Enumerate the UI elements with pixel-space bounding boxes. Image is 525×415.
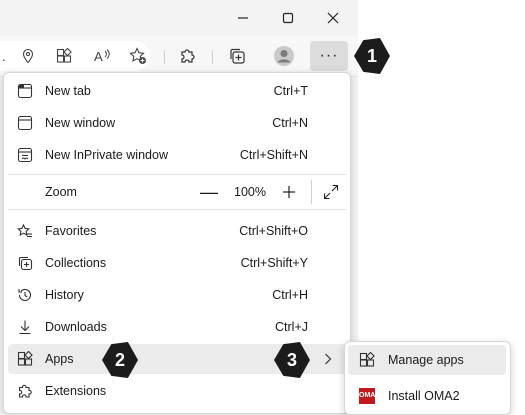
add-favorite-icon[interactable] [126,44,150,68]
oma-logo: OMA2 [359,388,379,404]
menu-item-label: Favorites [45,224,97,238]
oma-app-icon: OMA2 [358,387,379,405]
new-window-icon [16,114,34,132]
zoom-out-button[interactable]: — [198,181,220,203]
zoom-level: 100% [234,185,266,199]
menu-item-label: Extensions [45,384,107,398]
menu-item-label: Collections [45,256,107,270]
zoom-divider [311,180,312,204]
shortcut-text: Ctrl+T [273,84,308,98]
menu-item-new-inprivate-window[interactable]: New InPrivate window Ctrl+Shift+N [8,140,346,170]
browser-toolbar: . A [0,36,358,77]
toolbar-divider [164,50,165,64]
submenu-item-label: Install OMA2 [388,389,460,403]
menu-item-favorites[interactable]: Favorites Ctrl+Shift+O [8,216,346,246]
menu-item-downloads[interactable]: Downloads Ctrl+J [8,312,346,342]
chevron-right-icon [322,351,334,367]
menu-divider [8,209,346,210]
location-icon[interactable] [16,44,40,68]
new-tab-icon [16,82,34,100]
menu-item-new-window[interactable]: New window Ctrl+N [8,108,346,138]
shortcut-text: Ctrl+Shift+O [239,224,308,238]
close-button[interactable] [318,6,348,30]
submenu-item-install-oma2[interactable]: OMA2 Install OMA2 [348,381,506,411]
fullscreen-button[interactable] [321,182,341,202]
menu-item-label: History [45,288,84,302]
toolbar-divider [212,50,213,64]
apps-submenu: Manage apps OMA2 Install OMA2 [344,341,511,415]
collections-icon [16,254,34,272]
plus-icon [283,186,295,198]
menu-item-label: New tab [45,84,91,98]
fullscreen-icon [323,184,339,200]
menu-item-label: New window [45,116,116,130]
address-text: . [2,49,6,64]
menu-item-new-tab[interactable]: New tab Ctrl+T [8,76,346,106]
zoom-in-button[interactable] [278,181,300,203]
apps-icon[interactable] [52,44,76,68]
downloads-icon [16,318,34,336]
menu-item-label: New InPrivate window [45,148,168,162]
close-icon [327,12,339,24]
menu-divider [8,174,346,175]
inprivate-icon [16,146,34,164]
shortcut-text: Ctrl+Shift+N [239,148,308,162]
submenu-item-manage-apps[interactable]: Manage apps [348,345,506,375]
collections-icon[interactable] [225,44,249,68]
history-icon [16,286,34,304]
menu-item-label: Zoom [45,185,77,199]
extensions-icon[interactable] [176,44,200,68]
svg-text:A: A [94,49,103,64]
menu-item-label: Apps [45,352,74,366]
profile-icon[interactable] [272,44,296,68]
menu-item-collections[interactable]: Collections Ctrl+Shift+Y [8,248,346,278]
minimize-icon [238,17,248,19]
minimize-button[interactable] [228,6,258,30]
favorites-icon [16,222,34,240]
shortcut-text: Ctrl+Shift+Y [240,256,308,270]
maximize-icon [282,12,294,24]
menu-item-zoom: Zoom — 100% [8,177,346,207]
menu-item-history[interactable]: History Ctrl+H [8,280,346,310]
settings-and-more-button[interactable]: ··· [310,41,348,71]
read-aloud-icon[interactable]: A [90,44,114,68]
extensions-icon [16,382,34,400]
submenu-item-label: Manage apps [388,353,464,367]
maximize-button[interactable] [273,6,303,30]
apps-icon [16,350,34,368]
menu-item-label: Downloads [45,320,107,334]
shortcut-text: Ctrl+H [272,288,308,302]
apps-icon [358,351,376,369]
shortcut-text: Ctrl+J [275,320,308,334]
shortcut-text: Ctrl+N [272,116,308,130]
menu-item-extensions[interactable]: Extensions [8,376,346,406]
